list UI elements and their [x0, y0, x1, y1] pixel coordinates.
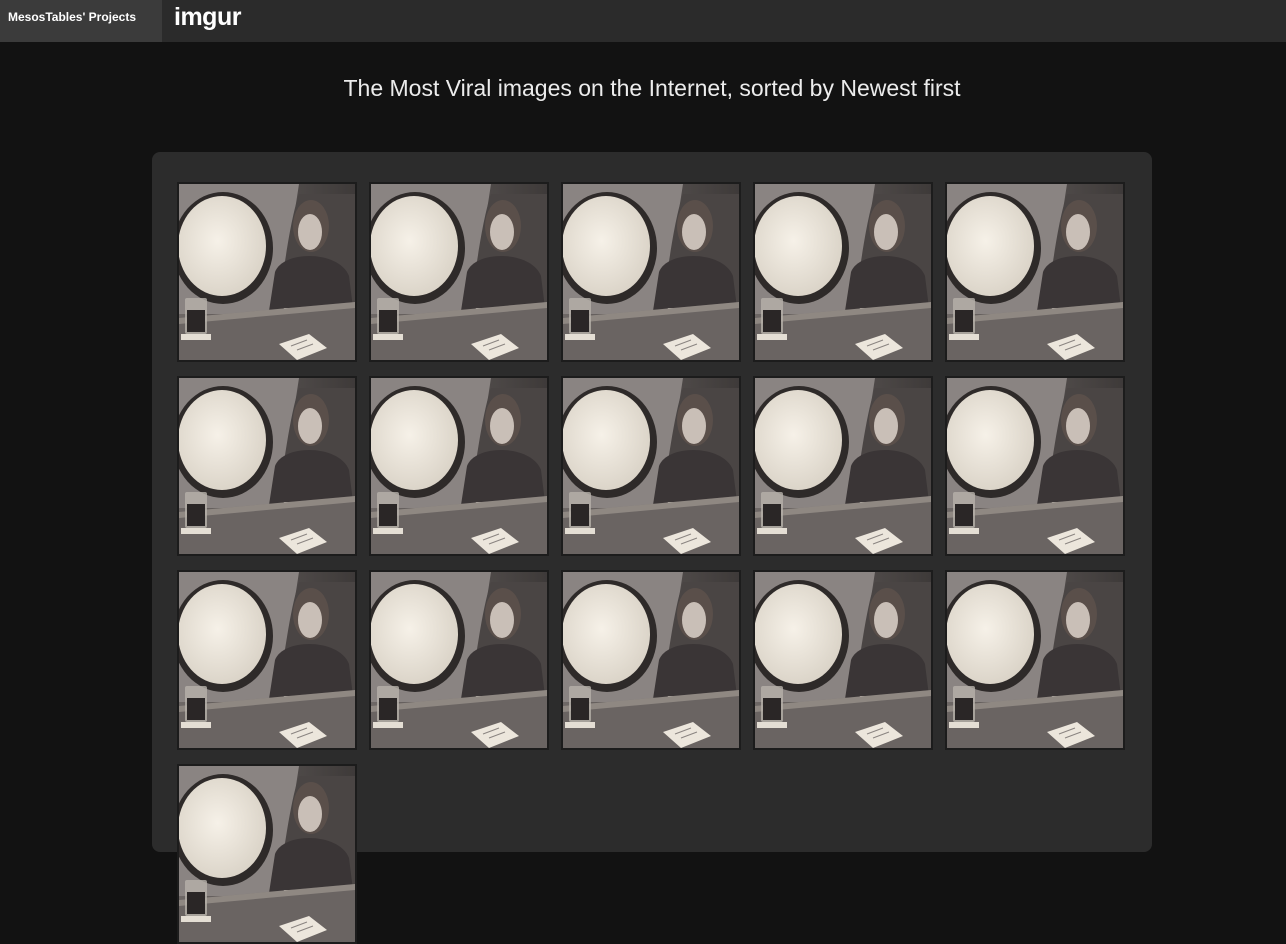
- thumbnail-image: [563, 184, 739, 360]
- thumbnail-image: [179, 378, 355, 554]
- gallery-thumbnail[interactable]: [369, 376, 549, 556]
- gallery-thumbnail[interactable]: [945, 182, 1125, 362]
- thumbnail-image: [755, 378, 931, 554]
- thumbnail-image: [947, 572, 1123, 748]
- thumbnail-image: [563, 378, 739, 554]
- gallery-thumbnail[interactable]: [177, 764, 357, 944]
- thumbnail-image: [179, 572, 355, 748]
- gallery-thumbnail[interactable]: [753, 570, 933, 750]
- gallery-thumbnail[interactable]: [753, 376, 933, 556]
- gallery-thumbnail[interactable]: [369, 570, 549, 750]
- thumbnail-image: [947, 378, 1123, 554]
- gallery-thumbnail[interactable]: [561, 570, 741, 750]
- gallery-thumbnail[interactable]: [177, 570, 357, 750]
- thumbnail-image: [179, 184, 355, 360]
- top-bar: MesosTables' Projects imgur: [0, 0, 1286, 42]
- imgur-logo[interactable]: imgur: [174, 0, 241, 36]
- gallery-thumbnail[interactable]: [753, 182, 933, 362]
- gallery-thumbnail[interactable]: [945, 376, 1125, 556]
- thumbnail-image: [179, 766, 355, 942]
- projects-menu-button[interactable]: MesosTables' Projects: [0, 0, 162, 42]
- thumbnail-image: [371, 184, 547, 360]
- page-headline: The Most Viral images on the Internet, s…: [343, 75, 961, 101]
- thumbnail-image: [755, 572, 931, 748]
- gallery-thumbnail[interactable]: [945, 570, 1125, 750]
- thumbnail-image: [755, 184, 931, 360]
- gallery-thumbnail[interactable]: [177, 376, 357, 556]
- thumbnail-image: [563, 572, 739, 748]
- gallery-thumbnail[interactable]: [369, 182, 549, 362]
- gallery-thumbnail[interactable]: [561, 376, 741, 556]
- gallery-thumbnail[interactable]: [177, 182, 357, 362]
- thumbnail-image: [947, 184, 1123, 360]
- thumbnail-image: [371, 378, 547, 554]
- gallery-thumbnail[interactable]: [561, 182, 741, 362]
- image-gallery: [152, 152, 1152, 944]
- thumbnail-image: [371, 572, 547, 748]
